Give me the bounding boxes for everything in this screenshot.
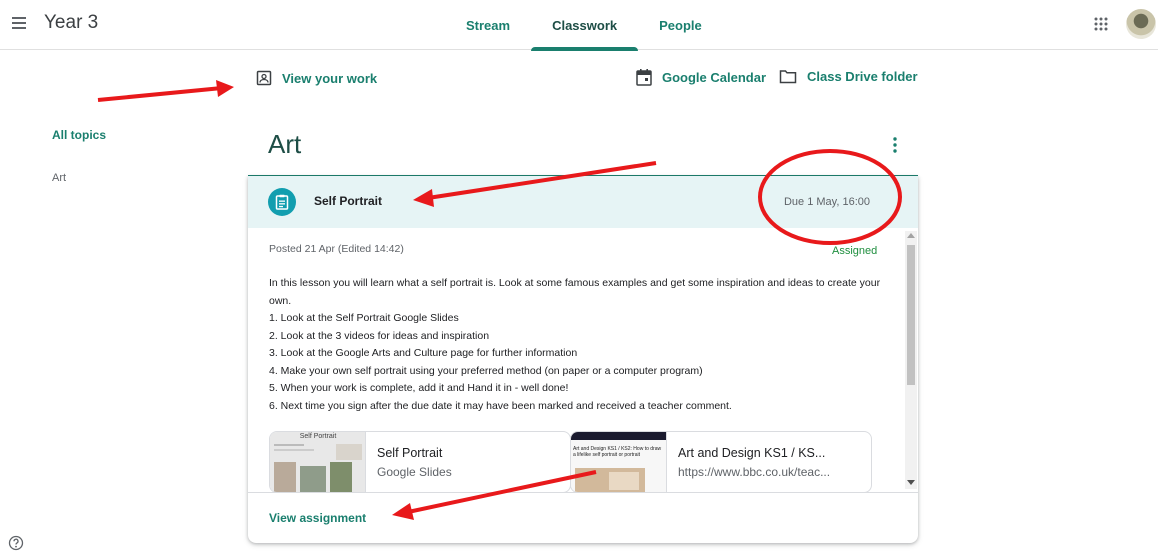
- description-step: 1. Look at the Self Portrait Google Slid…: [269, 312, 459, 324]
- class-title[interactable]: Year 3: [44, 12, 98, 34]
- sidebar-item-all-topics[interactable]: All topics: [52, 128, 106, 142]
- description-step: 2. Look at the 3 videos for ideas and in…: [269, 329, 490, 342]
- google-apps-icon[interactable]: [1093, 16, 1109, 32]
- attachment-type: Google Slides: [377, 465, 452, 479]
- annotation-arrow-view-work: [97, 80, 234, 102]
- assignment-footer: View assignment: [248, 492, 918, 543]
- google-calendar-link[interactable]: Google Calendar: [636, 68, 766, 86]
- top-app-bar: Year 3 Stream Classwork People: [0, 0, 1158, 51]
- assignment-description: In this lesson you will learn what a sel…: [269, 275, 889, 415]
- attachment-bbc-teach-link[interactable]: Art and Design KS1 / KS2: How to draw a …: [570, 431, 872, 492]
- assignment-title: Self Portrait: [314, 194, 383, 208]
- sidebar-item-art[interactable]: Art: [52, 172, 66, 184]
- description-step: 6. Next time you sign after the due date…: [269, 399, 732, 412]
- description-scrollbar[interactable]: [905, 231, 917, 489]
- view-your-work-label: View your work: [282, 70, 378, 86]
- assignment-details: Posted 21 Apr (Edited 14:42) Assigned In…: [248, 228, 918, 492]
- scrollbar-thumb[interactable]: [907, 245, 915, 385]
- assignment-card: Self Portrait Due 1 May, 16:00 Posted 21…: [248, 176, 918, 543]
- topic-title: Art: [268, 129, 302, 159]
- scroll-down-arrow-icon[interactable]: [907, 480, 915, 485]
- scroll-up-arrow-icon[interactable]: [907, 233, 915, 238]
- more-vert-icon[interactable]: [888, 136, 902, 154]
- thumbnail-caption: Self Portrait: [299, 433, 337, 440]
- attachment-thumbnail: Art and Design KS1 / KS2: How to draw a …: [571, 432, 667, 492]
- view-assignment-link[interactable]: View assignment: [269, 511, 366, 525]
- thumbnail-caption: Art and Design KS1 / KS2: How to draw a …: [573, 446, 662, 458]
- tab-stream[interactable]: Stream: [445, 0, 531, 50]
- account-avatar[interactable]: [1126, 9, 1156, 39]
- description-step: 4. Make your own self portrait using you…: [269, 364, 703, 377]
- assignment-header[interactable]: Self Portrait Due 1 May, 16:00: [248, 176, 918, 228]
- status-badge: Assigned: [832, 245, 878, 257]
- google-calendar-label: Google Calendar: [662, 69, 767, 85]
- assignment-ind-icon: [256, 70, 272, 86]
- posted-date: Posted 21 Apr (Edited 14:42): [269, 243, 404, 255]
- due-date: Due 1 May, 16:00: [783, 196, 870, 208]
- attachment-title: Self Portrait: [377, 446, 443, 460]
- tab-people[interactable]: People: [638, 0, 723, 50]
- folder-icon: [779, 70, 797, 84]
- class-drive-folder-label: Class Drive folder: [807, 68, 918, 84]
- view-your-work-link[interactable]: View your work: [256, 70, 377, 86]
- description-step: 3. Look at the Google Arts and Culture p…: [269, 347, 578, 359]
- help-icon[interactable]: [8, 535, 24, 551]
- tab-bar: Stream Classwork People: [445, 0, 723, 51]
- class-drive-folder-link[interactable]: Class Drive folder: [779, 68, 918, 84]
- hamburger-menu-icon[interactable]: [10, 13, 30, 33]
- description-step: 5. When your work is complete, add it an…: [269, 382, 569, 394]
- attachment-thumbnail: Self Portrait: [270, 432, 366, 492]
- description-intro: In this lesson you will learn what a sel…: [269, 277, 881, 307]
- assignment-icon: [268, 188, 296, 216]
- calendar-icon: [636, 69, 652, 86]
- attachment-self-portrait-slides[interactable]: Self Portrait Self Portrait Google Slide…: [269, 431, 571, 492]
- tab-classwork[interactable]: Classwork: [531, 0, 639, 51]
- attachment-title: Art and Design KS1 / KS...: [678, 446, 826, 460]
- attachment-url: https://www.bbc.co.uk/teac...: [678, 465, 831, 479]
